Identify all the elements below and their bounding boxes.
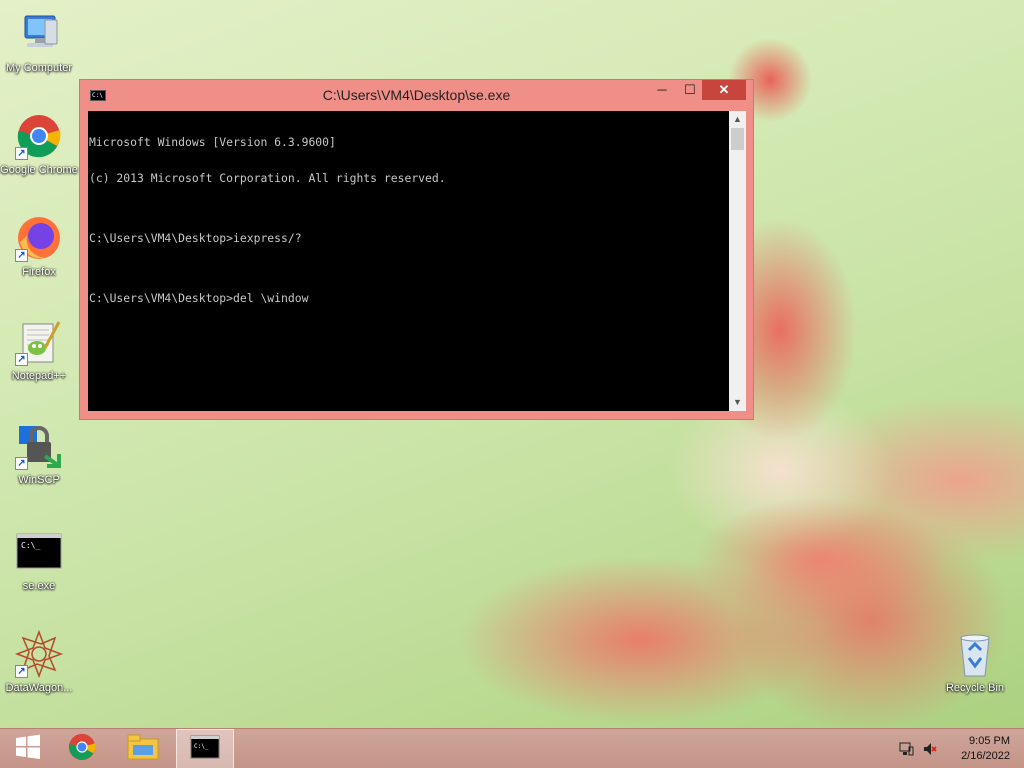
winscp-icon: ↗ [15, 422, 63, 470]
volume-muted-icon[interactable] [922, 741, 938, 757]
chrome-icon: ↗ [15, 112, 63, 160]
desktop-icon-label: Firefox [22, 266, 56, 278]
desktop-icon-label: Recycle Bin [945, 682, 1005, 694]
shortcut-arrow-icon: ↗ [15, 457, 28, 470]
desktop-icon-google-chrome[interactable]: ↗ Google Chrome [0, 112, 78, 177]
chrome-icon [67, 732, 97, 767]
desktop-icon-label: Notepad++ [11, 370, 67, 382]
computer-icon [15, 10, 63, 58]
shortcut-arrow-icon: ↗ [15, 249, 28, 262]
taskbar-chrome-button[interactable] [54, 729, 110, 768]
desktop-icon-firefox[interactable]: ↗ Firefox [0, 214, 78, 279]
svg-text:C:\_: C:\_ [194, 743, 209, 750]
scrollbar-thumb[interactable] [731, 128, 744, 150]
start-button[interactable] [0, 729, 56, 768]
notepadpp-icon: ↗ [15, 318, 63, 366]
maximize-button[interactable]: ☐ [676, 80, 704, 100]
file-explorer-icon [127, 733, 159, 766]
console-line: Microsoft Windows [Version 6.3.9600] [89, 135, 336, 149]
clock-date: 2/16/2022 [961, 750, 1010, 762]
desktop-icon-label: WinSCP [18, 474, 60, 486]
taskbar-clock[interactable]: 9:05 PM 2/16/2022 [961, 734, 1010, 764]
console-app-icon: C:\_ [190, 735, 220, 764]
close-button[interactable]: ✕ [702, 80, 746, 100]
desktop-icon-datawagon[interactable]: ↗ DataWagon... [0, 629, 78, 695]
desktop-icon-recycle-bin[interactable]: Recycle Bin [936, 630, 1014, 695]
svg-text:C:\_: C:\_ [21, 541, 40, 550]
recycle-bin-icon [951, 630, 999, 678]
clock-time: 9:05 PM [969, 735, 1010, 747]
taskbar: C:\_ 9:05 PM 2/16/2022 [0, 728, 1024, 768]
shortcut-arrow-icon: ↗ [15, 353, 28, 366]
vertical-scrollbar[interactable]: ▲ ▼ [729, 111, 746, 411]
console-line: (c) 2013 Microsoft Corporation. All righ… [89, 171, 446, 185]
windows-start-icon [15, 734, 41, 765]
scroll-up-arrow-icon[interactable]: ▲ [729, 111, 746, 128]
taskbar-file-explorer-button[interactable] [115, 729, 171, 768]
console-app-icon: C:\_ [15, 528, 63, 576]
desktop-icon-se-exe[interactable]: C:\_ se.exe [0, 528, 78, 593]
scroll-down-arrow-icon[interactable]: ▼ [729, 394, 746, 411]
shortcut-arrow-icon: ↗ [15, 665, 28, 678]
desktop-icon-my-computer[interactable]: My Computer [0, 10, 78, 75]
desktop-icon-winscp[interactable]: ↗ WinSCP [0, 422, 78, 487]
taskbar-console-button[interactable]: C:\_ [176, 729, 234, 768]
console-prompt-line: C:\Users\VM4\Desktop>del \window [89, 291, 309, 305]
console-output[interactable]: Microsoft Windows [Version 6.3.9600] (c)… [88, 111, 729, 411]
desktop-icon-label: My Computer [5, 62, 73, 74]
datawagon-icon: ↗ [14, 629, 64, 679]
network-icon[interactable] [898, 741, 914, 757]
desktop-icon-label: DataWagon... [5, 682, 73, 694]
console-line: C:\Users\VM4\Desktop>iexpress/? [89, 231, 302, 245]
console-window[interactable]: C:\ C:\Users\VM4\Desktop\se.exe ─ ☐ ✕ Mi… [79, 79, 754, 420]
window-titlebar[interactable]: C:\ C:\Users\VM4\Desktop\se.exe ─ ☐ ✕ [80, 80, 753, 110]
desktop-icon-label: Google Chrome [0, 164, 78, 176]
shortcut-arrow-icon: ↗ [15, 147, 28, 160]
minimize-button[interactable]: ─ [648, 80, 676, 100]
desktop-icon-notepadpp[interactable]: ↗ Notepad++ [0, 318, 78, 383]
desktop-icon-label: se.exe [22, 580, 56, 592]
firefox-icon: ↗ [15, 214, 63, 262]
